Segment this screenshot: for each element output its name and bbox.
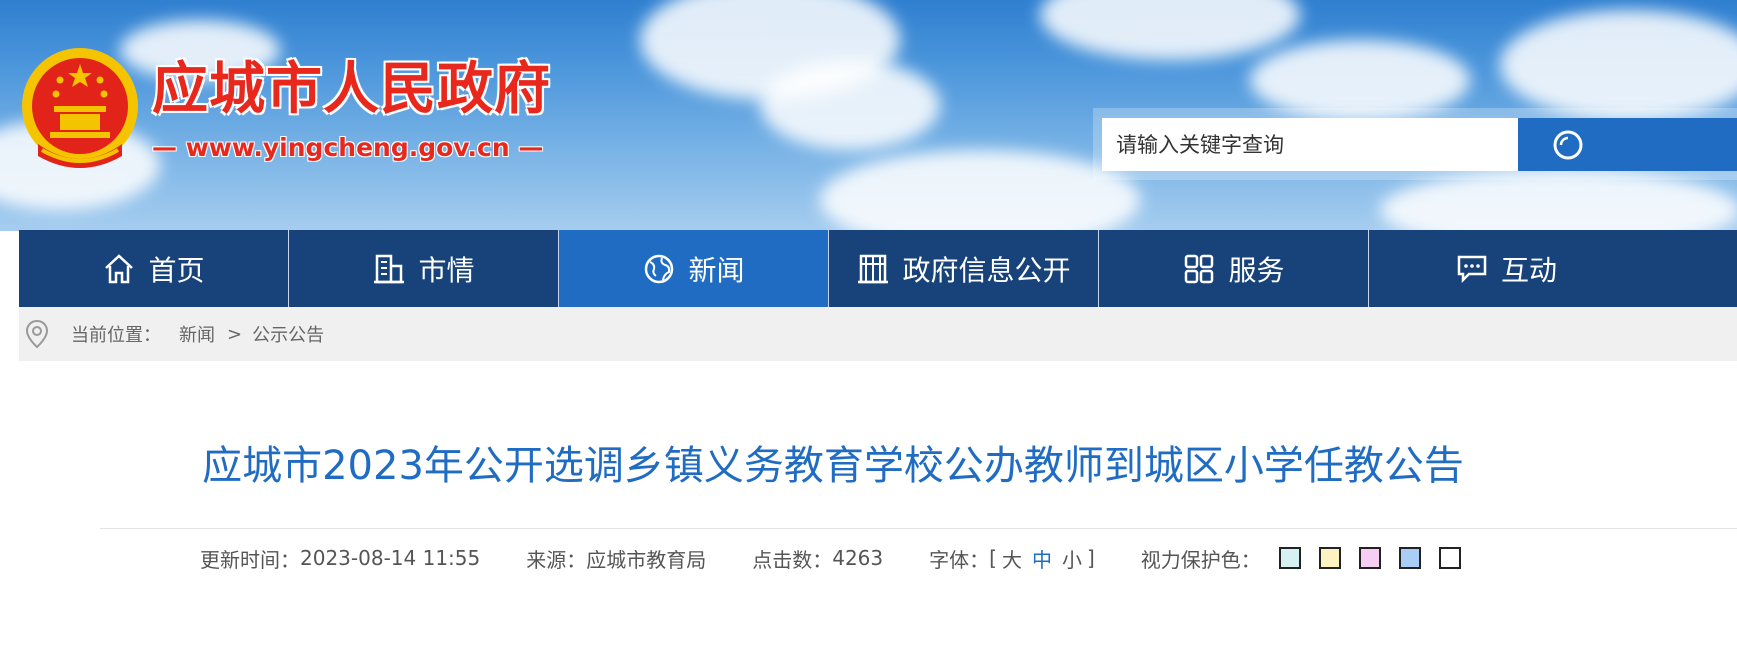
- eye-color-swatch-pink[interactable]: [1358, 547, 1381, 569]
- location-pin-icon: [25, 319, 49, 349]
- eye-color-swatch-white[interactable]: [1438, 547, 1461, 569]
- grid-icon: [1185, 254, 1214, 283]
- building-icon: [374, 254, 405, 283]
- breadcrumb: 当前位置： 新闻 > 公示公告: [19, 307, 1737, 361]
- divider: [100, 528, 1737, 529]
- nav-item-label: 首页: [148, 253, 205, 287]
- font-size-control: 字体： [ 大 中 小 ]: [929, 544, 1095, 573]
- nav-item-services[interactable]: 服务: [1099, 230, 1369, 307]
- site-title: 应城市人民政府: [152, 57, 551, 122]
- update-time-value: 2023-08-14 11:55: [300, 546, 481, 570]
- font-bracket-close: ]: [1086, 546, 1095, 570]
- nav-item-home[interactable]: 首页: [19, 230, 289, 307]
- eye-color-swatch-yellow[interactable]: [1318, 547, 1341, 569]
- breadcrumb-link-news[interactable]: 新闻: [179, 321, 215, 347]
- search-button[interactable]: [1518, 118, 1737, 171]
- breadcrumb-link-notices[interactable]: 公示公告: [252, 321, 324, 347]
- font-size-label: 字体：: [929, 547, 990, 572]
- cloud-decoration: [1500, 10, 1737, 120]
- article-title: 应城市2023年公开选调乡镇义务教育学校公办教师到城区小学任教公告: [202, 443, 1464, 489]
- national-emblem-icon: [22, 48, 138, 168]
- chat-icon: [1457, 255, 1487, 283]
- font-size-small-button[interactable]: 小: [1062, 544, 1082, 573]
- update-time: 更新时间： 2023-08-14 11:55: [200, 544, 480, 573]
- search-input[interactable]: [1102, 118, 1518, 171]
- nav-item-label: 新闻: [688, 253, 745, 287]
- source: 来源： 应城市教育局: [526, 544, 706, 573]
- eye-protection-colors: 视力保护色：: [1141, 544, 1461, 573]
- cloud-decoration: [820, 150, 1140, 231]
- cloud-decoration: [760, 60, 940, 150]
- font-size-large-button[interactable]: 大: [1002, 544, 1022, 573]
- source-label: 来源：: [526, 547, 587, 572]
- breadcrumb-separator: >: [227, 323, 243, 345]
- site-url: — www.yingcheng.gov.cn —: [152, 133, 544, 162]
- nav-item-interaction[interactable]: 互动: [1369, 230, 1737, 307]
- eye-color-swatch-cyan[interactable]: [1278, 547, 1301, 569]
- nav-item-label: 服务: [1228, 253, 1285, 287]
- nav-item-gov-info[interactable]: 政府信息公开: [829, 230, 1099, 307]
- cloud-decoration: [1040, 0, 1300, 60]
- font-size-medium-button[interactable]: 中: [1032, 544, 1052, 573]
- click-count-value: 4263: [832, 546, 884, 570]
- search-icon: [1553, 130, 1583, 160]
- click-count-label: 点击数：: [752, 547, 833, 572]
- nav-item-city-info[interactable]: 市情: [289, 230, 559, 307]
- home-icon: [105, 253, 134, 283]
- font-bracket-open: [: [989, 546, 997, 570]
- click-count: 点击数： 4263: [752, 544, 883, 573]
- government-building-icon: [858, 254, 889, 283]
- eye-color-swatch-blue[interactable]: [1398, 547, 1421, 569]
- eye-protection-label: 视力保护色：: [1140, 547, 1261, 572]
- source-value: 应城市教育局: [586, 547, 707, 572]
- nav-item-label: 市情: [418, 253, 475, 287]
- nav-item-label: 互动: [1501, 253, 1558, 287]
- globe-icon: [645, 254, 674, 283]
- update-time-label: 更新时间：: [200, 547, 300, 572]
- breadcrumb-label: 当前位置：: [71, 325, 161, 346]
- main-nav: 首页 市情 新闻 政府信息公开 服务 互动: [19, 230, 1737, 307]
- article-meta: 更新时间： 2023-08-14 11:55 来源： 应城市教育局 点击数： 4…: [200, 541, 1507, 575]
- nav-item-news[interactable]: 新闻: [559, 230, 829, 307]
- nav-item-label: 政府信息公开: [902, 253, 1071, 287]
